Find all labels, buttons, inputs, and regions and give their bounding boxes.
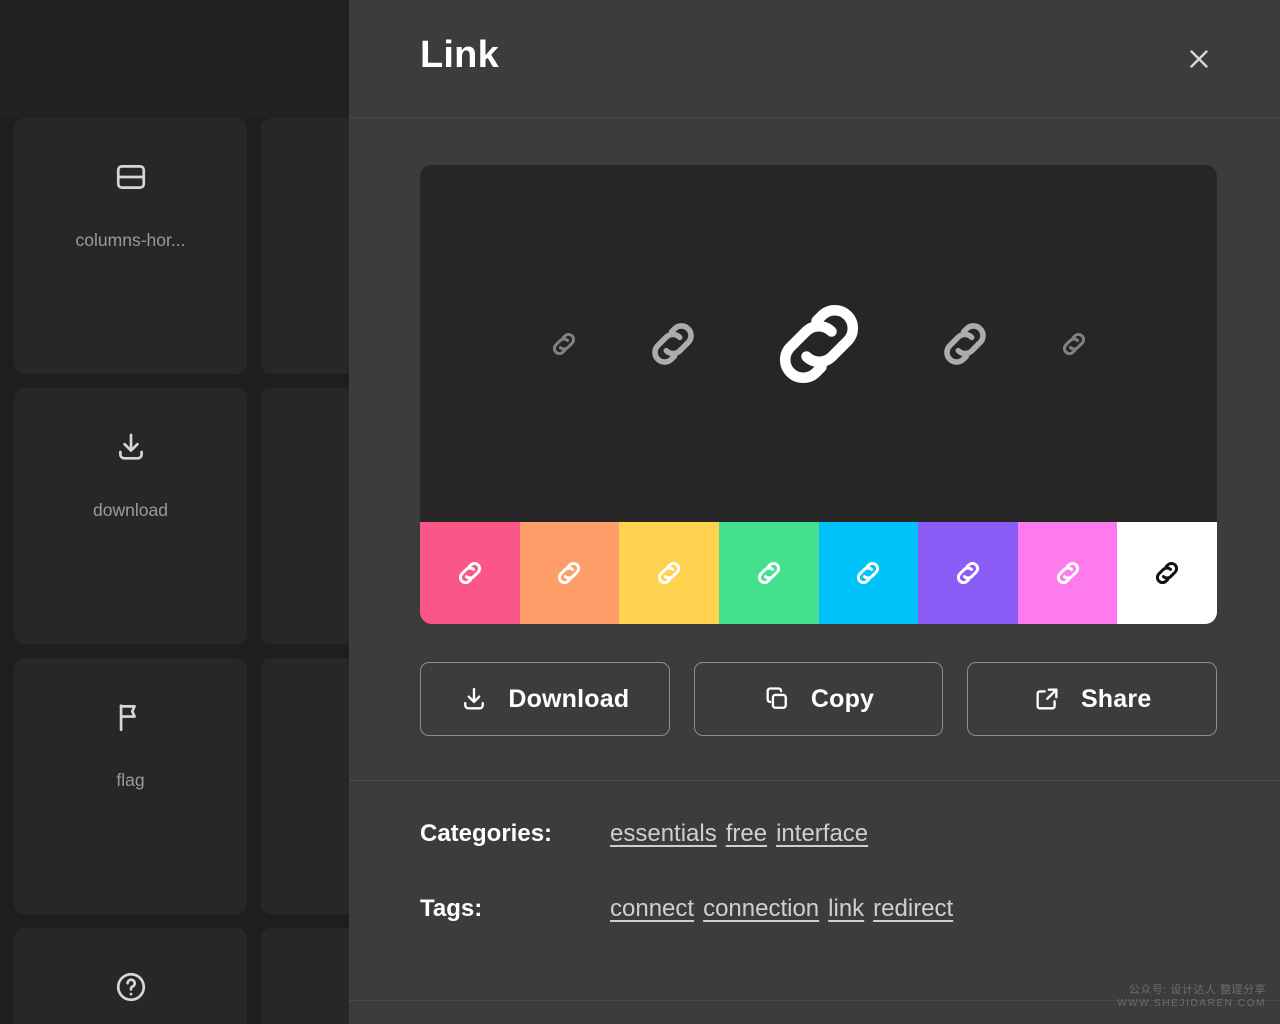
link-icon (951, 556, 985, 590)
icon-card-label: download (93, 500, 168, 520)
swatch-green[interactable] (718, 522, 819, 624)
external-link-icon (1033, 685, 1061, 713)
app-root: columns-hor... download flag Link Downlo… (0, 0, 1280, 1024)
swatch-yellow[interactable] (619, 522, 719, 624)
tags-links: connect connection link redirect (610, 895, 953, 923)
link-icon (453, 556, 487, 590)
watermark-line-2: WWW.SHEJIDAREN.COM (1117, 997, 1266, 1009)
share-button[interactable]: Share (967, 662, 1218, 736)
icon-card-download[interactable]: download (14, 388, 247, 644)
link-icon-small (641, 312, 705, 376)
link-icon (1051, 556, 1085, 590)
link-icon (652, 556, 686, 590)
download-button[interactable]: Download (420, 662, 670, 736)
icon-card-flag[interactable]: flag (14, 658, 247, 914)
swatch-white[interactable] (1117, 522, 1217, 624)
tags-row: Tags: connect connection link redirect (420, 895, 1220, 923)
tag-link[interactable]: connection (703, 895, 819, 923)
link-icon-xsmall (547, 327, 581, 361)
category-link[interactable]: essentials (610, 820, 717, 848)
swatch-blue[interactable] (818, 522, 919, 624)
categories-row: Categories: essentials free interface (420, 820, 1220, 848)
swatch-orange[interactable] (519, 522, 620, 624)
icon-card-help-circle[interactable]: help-circle (14, 928, 247, 1024)
tag-link[interactable]: redirect (873, 895, 953, 923)
copy-icon (763, 685, 791, 713)
tags-label: Tags: (420, 895, 483, 922)
page-title: Link (420, 34, 499, 76)
action-button-row: Download Copy Share (420, 662, 1218, 736)
download-button-label: Download (508, 684, 630, 713)
close-button[interactable] (1180, 40, 1218, 78)
help-circle-icon (114, 970, 148, 1004)
link-icon (752, 556, 786, 590)
icon-card-label: flag (116, 770, 145, 790)
download-icon (460, 685, 488, 713)
copy-button[interactable]: Copy (693, 662, 944, 736)
swatch-magenta[interactable] (1017, 522, 1118, 624)
categories-links: essentials free interface (610, 820, 868, 848)
grid-column-1: columns-hor... download flag (14, 118, 247, 1024)
watermark-line-1: 公众号: 设计达人 整理分享 (1128, 983, 1266, 996)
category-link[interactable]: free (726, 820, 767, 848)
link-icon-small-2 (933, 312, 997, 376)
icon-card-label: columns-hor... (75, 230, 186, 250)
download-icon (114, 430, 148, 464)
link-icon (1150, 556, 1184, 590)
preview-canvas (420, 165, 1217, 522)
icon-preview-card (420, 165, 1217, 624)
swatch-purple[interactable] (918, 522, 1018, 624)
tag-link[interactable]: connect (610, 895, 694, 923)
copy-button-label: Copy (810, 684, 875, 713)
link-icon-large (759, 284, 879, 404)
modal-header: Link (349, 0, 1280, 118)
watermark: 公众号: 设计达人 整理分享 WWW.SHEJIDAREN.COM (1117, 984, 1266, 1010)
link-icon (851, 556, 885, 590)
link-icon-xsmall-2 (1057, 327, 1091, 361)
categories-label: Categories: (420, 820, 553, 847)
link-icon (552, 556, 586, 590)
category-link[interactable]: interface (776, 820, 868, 848)
section-divider-top (349, 780, 1280, 781)
share-button-label: Share (1080, 684, 1152, 713)
color-swatch-row (420, 522, 1217, 624)
link-detail-modal: Link Download Copy Share Categories: ess… (349, 0, 1280, 1024)
flag-icon (114, 700, 148, 734)
grid-top-strip (0, 0, 360, 118)
columns-horizontal-icon (114, 160, 148, 194)
metadata-section: Categories: essentials free interface Ta… (420, 820, 1220, 970)
tag-link[interactable]: link (828, 895, 864, 923)
icon-card-columns-horizontal[interactable]: columns-hor... (14, 118, 247, 374)
swatch-pink[interactable] (420, 522, 520, 624)
icon-browser-grid: columns-hor... download flag (0, 0, 494, 1024)
close-icon (1184, 44, 1214, 74)
